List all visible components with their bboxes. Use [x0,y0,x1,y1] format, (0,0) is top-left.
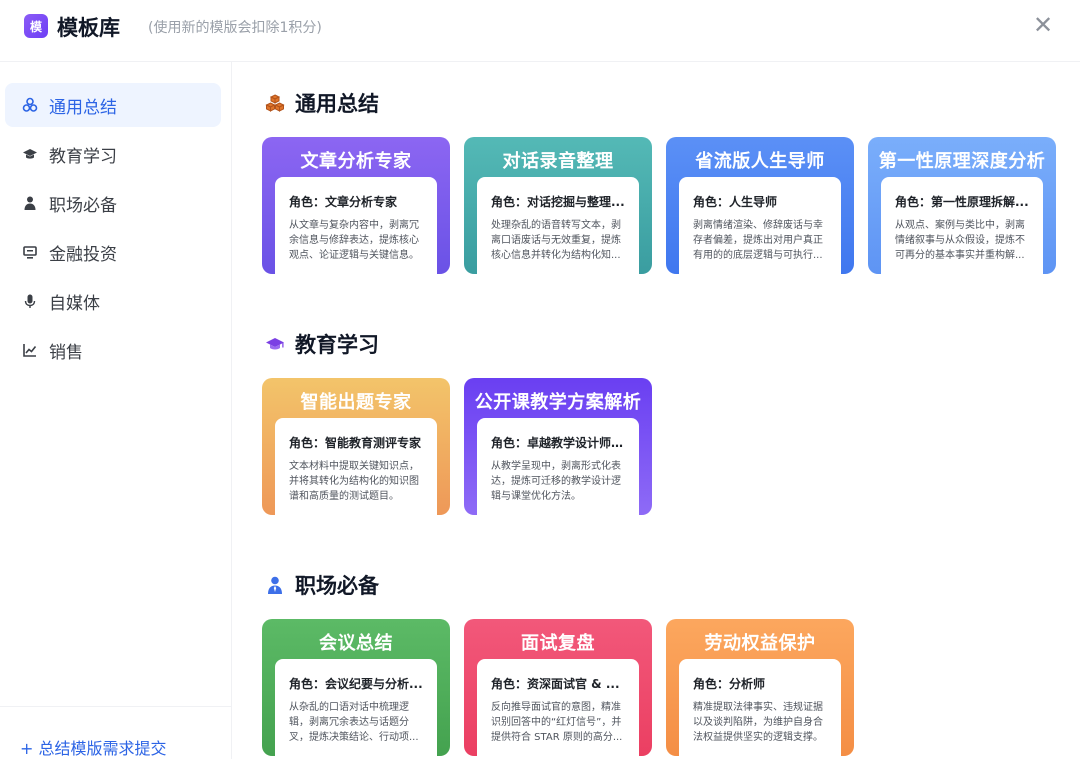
template-card-article-analysis[interactable]: 文章分析专家 角色：文章分析专家 从文章与复杂内容中，剥离冗余信息与修辞表达，提… [262,137,450,274]
sidebar-item-self-media[interactable]: 自媒体 [5,279,221,323]
card-description: 剥离情绪渲染、修辞废话与幸存者偏差，提炼出对用户真正有用的的底层逻辑与可执行..… [693,220,823,261]
template-card-first-principles[interactable]: 第一性原理深度分析 角色：第一性原理拆解... 从观点、案例与类比中，剥离情绪叙… [868,137,1056,274]
card-body: 角色：文章分析专家 从文章与复杂内容中，剥离冗余信息与修辞表达，提炼核心观点、论… [275,177,437,274]
section-title-workplace: 职场必备 [264,570,379,600]
graduation-cap-icon [21,145,39,163]
template-card-interview-review[interactable]: 面试复盘 角色：资深面试官 & ... 反向推导面试官的意图，精准识别回答中的“… [464,619,652,756]
card-title: 面试复盘 [521,633,595,654]
template-card-lesson-plan-analysis[interactable]: 公开课教学方案解析 角色：卓越教学设计师 ... 从教学呈现中，剥离形式化表达，… [464,378,652,515]
template-card-labor-rights[interactable]: 劳动权益保护 角色：分析师 精准提取法律事实、违规证据以及谈判陷阱，为维护自身合… [666,619,854,756]
graduation-cap-icon [264,333,286,355]
card-title: 智能出题专家 [300,392,412,413]
sidebar-item-label: 通用总结 [49,97,117,118]
section-title-text: 教育学习 [295,333,379,357]
card-description: 从杂乱的口语对话中梳理逻辑，剥离冗余表达与话题分叉，提炼决策结论、行动项... [289,702,419,743]
page-subtitle: (使用新的模版会扣除1积分) [148,20,322,36]
sidebar-item-general-summary[interactable]: 通用总结 [5,83,221,127]
card-body: 角色：分析师 精准提取法律事实、违规证据以及谈判陷阱，为维护自身合法权益提供坚实… [679,659,841,756]
card-role: 角色：会议纪要与分析... [289,677,423,691]
section-title-education: 教育学习 [264,329,379,359]
header: 模 模板库 (使用新的模版会扣除1积分) ✕ [0,0,1080,62]
page-title: 模板库 [57,16,120,40]
card-description: 从教学呈现中，剥离形式化表达，提炼可迁移的教学设计逻辑与课堂优化方法。 [491,461,621,502]
sidebar-item-label: 销售 [49,342,83,363]
cubes-icon [21,96,39,114]
sidebar-item-workplace[interactable]: 职场必备 [5,181,221,225]
template-card-quiz-expert[interactable]: 智能出题专家 角色：智能教育测评专家 文本材料中提取关键知识点，并将其转化为结构… [262,378,450,515]
card-body: 角色：智能教育测评专家 文本材料中提取关键知识点，并将其转化为结构化的知识图谱和… [275,418,437,515]
card-description: 从文章与复杂内容中，剥离冗余信息与修辞表达，提炼核心观点、论证逻辑与关键信息。 [289,220,419,261]
card-role: 角色：人生导师 [693,195,778,209]
cubes-icon [264,92,286,114]
card-role: 角色：第一性原理拆解... [895,195,1029,209]
section-title-text: 通用总结 [295,92,379,116]
card-title: 劳动权益保护 [704,633,816,654]
sidebar-item-finance[interactable]: 金融投资 [5,230,221,274]
card-description: 精准提取法律事实、违规证据以及谈判陷阱，为维护自身合法权益提供坚实的逻辑支撑。 [693,702,823,743]
sidebar-item-label: 职场必备 [49,195,117,216]
card-body: 角色：会议纪要与分析... 从杂乱的口语对话中梳理逻辑，剥离冗余表达与话题分叉，… [275,659,437,756]
sidebar-item-label: 教育学习 [49,146,117,167]
card-role: 角色：对话挖掘与整理... [491,195,625,209]
submit-template-request-link[interactable]: + 总结模版需求提交 [20,735,167,759]
card-role: 角色：智能教育测评专家 [289,436,422,450]
card-role: 角色：分析师 [693,677,766,691]
card-role: 角色：卓越教学设计师 ... [491,436,627,450]
card-body: 角色：人生导师 剥离情绪渲染、修辞废话与幸存者偏差，提炼出对用户真正有用的的底层… [679,177,841,274]
card-title: 公开课教学方案解析 [474,392,642,413]
line-chart-icon [21,341,39,359]
card-description: 从观点、案例与类比中，剥离情绪叙事与从众假设，提炼不可再分的基本事实并重构解..… [895,220,1025,261]
card-title: 文章分析专家 [300,151,412,172]
card-title: 对话录音整理 [502,151,614,172]
close-icon[interactable]: ✕ [1030,12,1056,38]
card-description: 文本材料中提取关键知识点，并将其转化为结构化的知识图谱和高质量的测试题目。 [289,461,419,502]
card-description: 反向推导面试官的意图，精准识别回答中的“红灯信号”，并提供符合 STAR 原则的… [491,702,623,743]
section-title-text: 职场必备 [295,574,379,598]
card-body: 角色：卓越教学设计师 ... 从教学呈现中，剥离形式化表达，提炼可迁移的教学设计… [477,418,639,515]
sidebar-item-label: 金融投资 [49,244,117,265]
template-card-life-mentor[interactable]: 省流版人生导师 角色：人生导师 剥离情绪渲染、修辞废话与幸存者偏差，提炼出对用户… [666,137,854,274]
section-title-general-summary: 通用总结 [264,88,379,118]
logo-icon: 模 [24,14,48,38]
user-tie-icon [264,574,286,596]
card-title: 第一性原理深度分析 [878,151,1046,172]
sidebar: 通用总结 教育学习 职场必备 金融投资 自媒体 销售 + 总结模版需求提交 [0,62,232,759]
sidebar-footer: + 总结模版需求提交 [0,706,231,759]
card-title: 省流版人生导师 [695,151,825,172]
card-body: 角色：第一性原理拆解... 从观点、案例与类比中，剥离情绪叙事与从众假设，提炼不… [881,177,1043,274]
template-card-meeting-summary[interactable]: 会议总结 角色：会议纪要与分析... 从杂乱的口语对话中梳理逻辑，剥离冗余表达与… [262,619,450,756]
card-body: 角色：对话挖掘与整理... 处理杂乱的语音转写文本，剥离口语废话与无效重复，提炼… [477,177,639,274]
monitor-icon [21,243,39,261]
microphone-icon [21,292,39,310]
card-description: 处理杂乱的语音转写文本，剥离口语废话与无效重复，提炼核心信息并转化为结构化知..… [491,220,621,261]
sidebar-item-education[interactable]: 教育学习 [5,132,221,176]
card-title: 会议总结 [319,633,393,654]
card-role: 角色：资深面试官 & ... [491,677,620,691]
card-role: 角色：文章分析专家 [289,195,398,209]
template-card-dialogue-transcript[interactable]: 对话录音整理 角色：对话挖掘与整理... 处理杂乱的语音转写文本，剥离口语废话与… [464,137,652,274]
sidebar-item-sales[interactable]: 销售 [5,328,221,372]
user-tie-icon [21,194,39,212]
sidebar-item-label: 自媒体 [49,293,100,314]
card-body: 角色：资深面试官 & ... 反向推导面试官的意图，精准识别回答中的“红灯信号”… [477,659,639,756]
